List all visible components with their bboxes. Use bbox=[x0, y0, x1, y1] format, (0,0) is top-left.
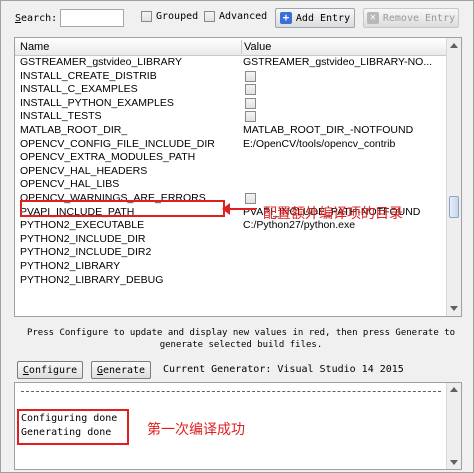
table-row[interactable]: OPENCV_EXTRA_MODULES_PATH bbox=[15, 151, 446, 165]
hint-text: Press Configure to update and display ne… bbox=[21, 327, 461, 351]
variable-name: PYTHON2_INCLUDE_DIR2 bbox=[20, 246, 152, 259]
generate-button[interactable]: Generate bbox=[91, 361, 151, 379]
grouped-checkbox[interactable] bbox=[141, 11, 152, 22]
variable-value[interactable]: GSTREAMER_gstvideo_LIBRARY-NO... bbox=[243, 56, 443, 70]
toolbar: Search: Grouped Advanced + Add Entry ✕ R… bbox=[1, 1, 473, 35]
variable-name: PYTHON2_LIBRARY bbox=[20, 260, 121, 272]
scroll-down-icon[interactable] bbox=[450, 306, 458, 311]
add-entry-button[interactable]: + Add Entry bbox=[275, 8, 355, 28]
column-header-value[interactable]: Value bbox=[244, 41, 271, 53]
scroll-up-icon[interactable] bbox=[450, 43, 458, 48]
value-checkbox[interactable] bbox=[245, 70, 256, 82]
variable-name: MATLAB_ROOT_DIR_ bbox=[20, 124, 128, 136]
search-label: Search: bbox=[15, 13, 58, 24]
variable-name: OPENCV_CONFIG_FILE_INCLUDE_DIR bbox=[20, 137, 215, 150]
variable-name: PYTHON2_EXECUTABLE bbox=[20, 219, 145, 232]
grouped-label: Grouped bbox=[156, 11, 199, 22]
scrollbar-thumb[interactable] bbox=[449, 196, 459, 218]
annotation-extra-modules: 配置额外编译项的目录 bbox=[263, 206, 403, 222]
variable-name: OPENCV_HAL_HEADERS bbox=[20, 164, 148, 177]
annotation-configure-success: 第一次编译成功 bbox=[147, 422, 245, 438]
table-row[interactable]: PYTHON2_LIBRARY bbox=[15, 260, 446, 274]
cmake-gui-window: Search: Grouped Advanced + Add Entry ✕ R… bbox=[0, 0, 474, 473]
variable-name: OPENCV_EXTRA_MODULES_PATH bbox=[20, 151, 196, 164]
advanced-label: Advanced bbox=[219, 11, 268, 22]
table-row[interactable]: INSTALL_C_EXAMPLES bbox=[15, 83, 446, 97]
variable-name: OPENCV_HAL_LIBS bbox=[20, 178, 120, 191]
log-scrollbar[interactable] bbox=[446, 383, 461, 469]
variable-name: INSTALL_C_EXAMPLES bbox=[20, 83, 138, 96]
advanced-toggle[interactable]: Advanced bbox=[204, 11, 267, 22]
table-row[interactable]: OPENCV_HAL_LIBS bbox=[15, 178, 446, 192]
variable-name: INSTALL_CREATE_DISTRIB bbox=[20, 69, 157, 82]
plus-icon: + bbox=[279, 12, 292, 24]
value-checkbox[interactable] bbox=[245, 111, 256, 123]
highlight-box bbox=[20, 200, 225, 217]
cache-variables-table: Name Value GSTREAMER_gstvideo_LIBRARY GST… bbox=[14, 37, 462, 317]
hint-line: generate selected build files. bbox=[159, 340, 323, 350]
close-icon: ✕ bbox=[366, 12, 379, 24]
remove-entry-label: Remove Entry bbox=[382, 12, 456, 24]
table-row[interactable]: OPENCV_CONFIG_FILE_INCLUDE_DIR E:/OpenCV/… bbox=[15, 138, 446, 152]
column-header-name[interactable]: Name bbox=[20, 41, 49, 53]
advanced-checkbox[interactable] bbox=[204, 11, 215, 22]
configure-button[interactable]: Configure bbox=[17, 361, 83, 379]
table-header: Name Value bbox=[15, 38, 446, 56]
value-checkbox[interactable] bbox=[245, 97, 256, 109]
table-row[interactable]: INSTALL_PYTHON_EXAMPLES bbox=[15, 97, 446, 111]
add-entry-label: Add Entry bbox=[295, 12, 351, 24]
grouped-toggle[interactable]: Grouped bbox=[141, 11, 198, 22]
scroll-up-icon[interactable] bbox=[450, 387, 458, 392]
annotation-arrow bbox=[222, 203, 256, 215]
table-row[interactable]: INSTALL_CREATE_DISTRIB bbox=[15, 70, 446, 84]
column-separator[interactable] bbox=[241, 40, 242, 54]
table-row[interactable]: MATLAB_ROOT_DIR_ MATLAB_ROOT_DIR_-NOTFOUN… bbox=[15, 124, 446, 138]
current-generator-label: Current Generator: Visual Studio 14 2015 bbox=[163, 364, 404, 375]
table-row[interactable]: PYTHON2_LIBRARY_DEBUG bbox=[15, 274, 446, 288]
value-checkbox[interactable] bbox=[245, 193, 256, 204]
table-scrollbar[interactable] bbox=[446, 38, 461, 316]
variable-name: PYTHON2_LIBRARY_DEBUG bbox=[20, 273, 164, 286]
output-log[interactable]: Configuring done Generating done 第一次编译成功 bbox=[14, 382, 462, 470]
variable-name: GSTREAMER_gstvideo_LIBRARY bbox=[20, 56, 183, 68]
variable-name: INSTALL_PYTHON_EXAMPLES bbox=[20, 96, 174, 109]
log-divider bbox=[21, 391, 441, 394]
search-input[interactable] bbox=[60, 9, 124, 27]
table-row[interactable]: PYTHON2_INCLUDE_DIR2 bbox=[15, 246, 446, 260]
scroll-down-icon[interactable] bbox=[450, 460, 458, 465]
variable-value[interactable]: MATLAB_ROOT_DIR_-NOTFOUND bbox=[243, 124, 443, 138]
hint-line: Press Configure to update and display ne… bbox=[26, 328, 456, 338]
variable-value[interactable]: E:/OpenCV/tools/opencv_contrib bbox=[243, 138, 443, 152]
table-row[interactable]: INSTALL_TESTS bbox=[15, 110, 446, 124]
table-row[interactable]: PYTHON2_INCLUDE_DIR bbox=[15, 233, 446, 247]
value-checkbox[interactable] bbox=[245, 84, 256, 96]
variable-name: INSTALL_TESTS bbox=[20, 110, 102, 123]
table-row[interactable]: OPENCV_HAL_HEADERS bbox=[15, 165, 446, 179]
remove-entry-button[interactable]: ✕ Remove Entry bbox=[363, 8, 459, 28]
highlight-box bbox=[17, 409, 129, 445]
table-row[interactable]: GSTREAMER_gstvideo_LIBRARY GSTREAMER_gstv… bbox=[15, 56, 446, 70]
variable-name: PYTHON2_INCLUDE_DIR bbox=[20, 232, 146, 245]
